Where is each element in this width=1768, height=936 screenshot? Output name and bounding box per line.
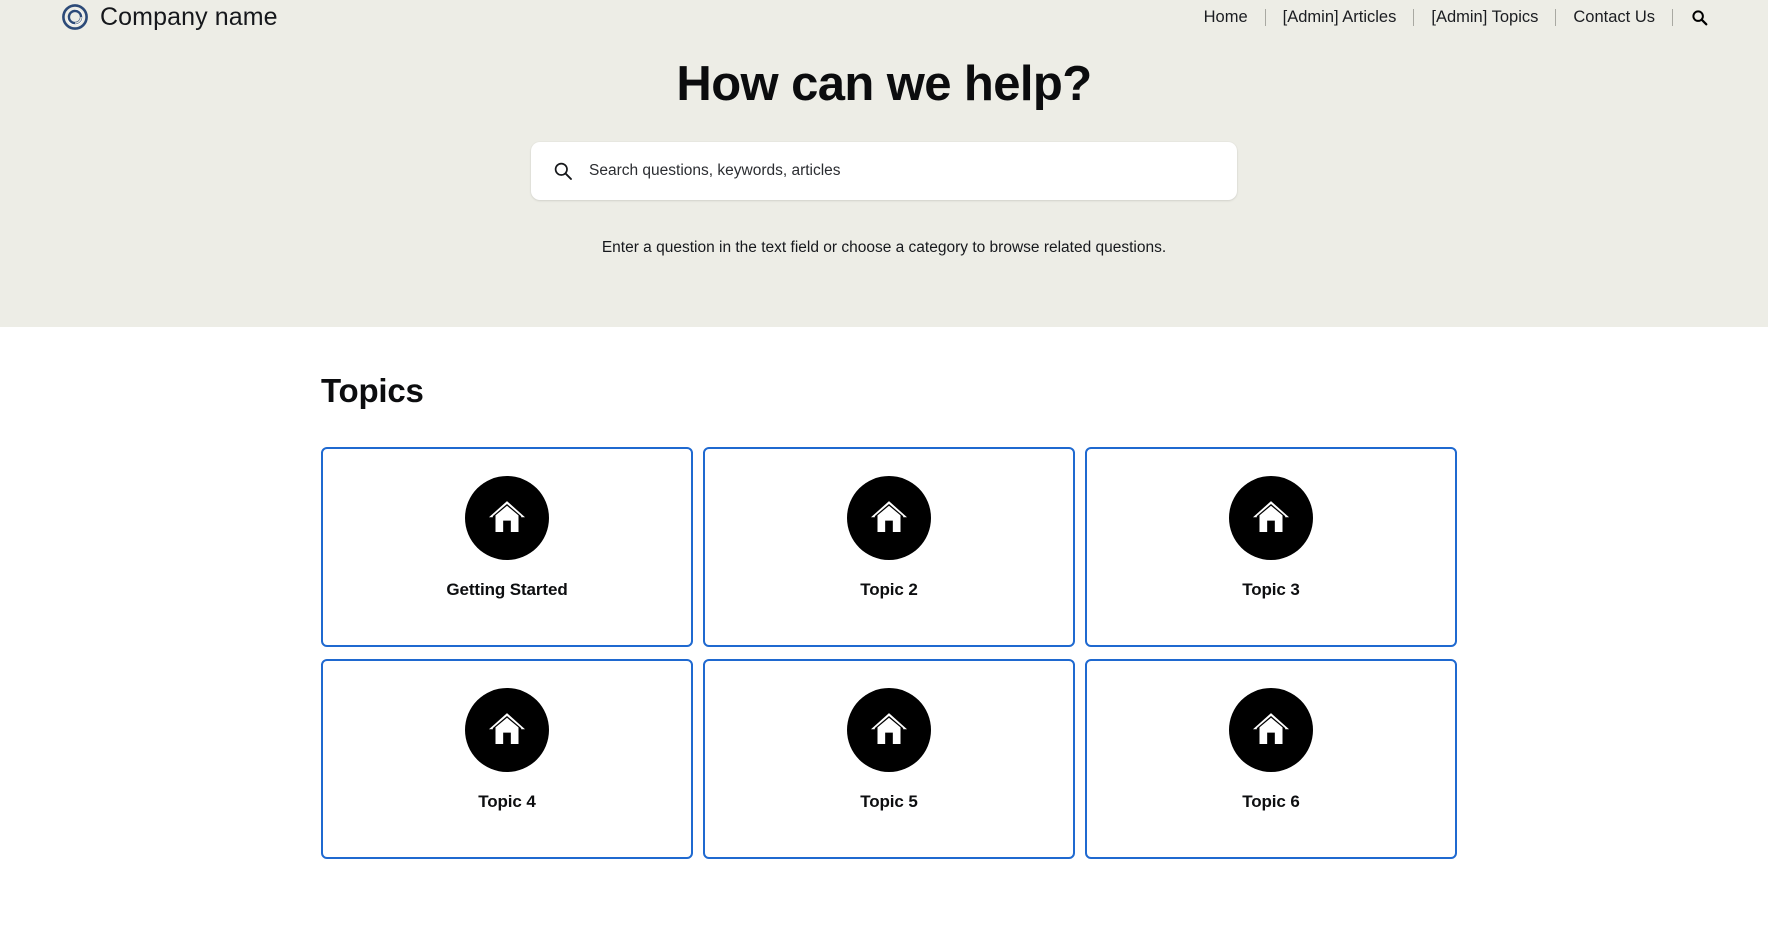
nav-links-group: Home [Admin] Articles [Admin] Topics Con…: [1187, 8, 1718, 26]
topic-card-label: Topic 5: [860, 792, 918, 811]
home-icon: [847, 688, 931, 772]
hero-subtitle: Enter a question in the text field or ch…: [601, 239, 1167, 257]
nav-link-admin-articles[interactable]: [Admin] Articles: [1266, 9, 1414, 26]
page-title: How can we help?: [676, 57, 1092, 111]
home-icon: [465, 476, 549, 560]
brand-logo-link[interactable]: Company name: [62, 3, 278, 32]
topic-card-topic-5[interactable]: Topic 5: [703, 659, 1075, 859]
home-icon: [465, 688, 549, 772]
topics-section: Topics Getting Started Topic 2 Topic 3 T…: [316, 327, 1457, 859]
nav-link-admin-topics[interactable]: [Admin] Topics: [1414, 9, 1555, 26]
search-bar-container: [0, 142, 1768, 201]
topics-heading: Topics: [321, 372, 424, 409]
hero-section: Company name Home [Admin] Articles [Admi…: [0, 0, 1768, 327]
home-icon: [847, 476, 931, 560]
topic-card-getting-started[interactable]: Getting Started: [321, 447, 693, 647]
nav-link-home[interactable]: Home: [1187, 9, 1265, 26]
home-icon: [1229, 476, 1313, 560]
topic-card-topic-6[interactable]: Topic 6: [1085, 659, 1457, 859]
search-box[interactable]: [531, 142, 1237, 201]
topic-card-topic-4[interactable]: Topic 4: [321, 659, 693, 859]
topic-card-label: Topic 3: [1242, 580, 1300, 599]
topic-card-topic-3[interactable]: Topic 3: [1085, 447, 1457, 647]
home-icon: [1229, 688, 1313, 772]
main-content: Topics Getting Started Topic 2 Topic 3 T…: [0, 327, 1768, 859]
topics-grid: Getting Started Topic 2 Topic 3 Topic 4 …: [316, 447, 1457, 859]
topic-card-label: Topic 2: [860, 580, 918, 599]
search-icon: [553, 161, 573, 181]
search-input[interactable]: [589, 162, 1215, 181]
spiral-circle-logo-icon: [62, 4, 88, 30]
topic-card-label: Getting Started: [446, 580, 568, 599]
nav-search-icon[interactable]: [1673, 9, 1718, 26]
topic-card-label: Topic 4: [478, 792, 536, 811]
topic-card-topic-2[interactable]: Topic 2: [703, 447, 1075, 647]
nav-link-contact-us[interactable]: Contact Us: [1556, 9, 1672, 26]
help-center-page: Company name Home [Admin] Articles [Admi…: [0, 0, 1768, 936]
top-navigation-bar: Company name Home [Admin] Articles [Admi…: [0, 0, 1768, 34]
topic-card-label: Topic 6: [1242, 792, 1300, 811]
brand-name-label: Company name: [100, 2, 278, 31]
